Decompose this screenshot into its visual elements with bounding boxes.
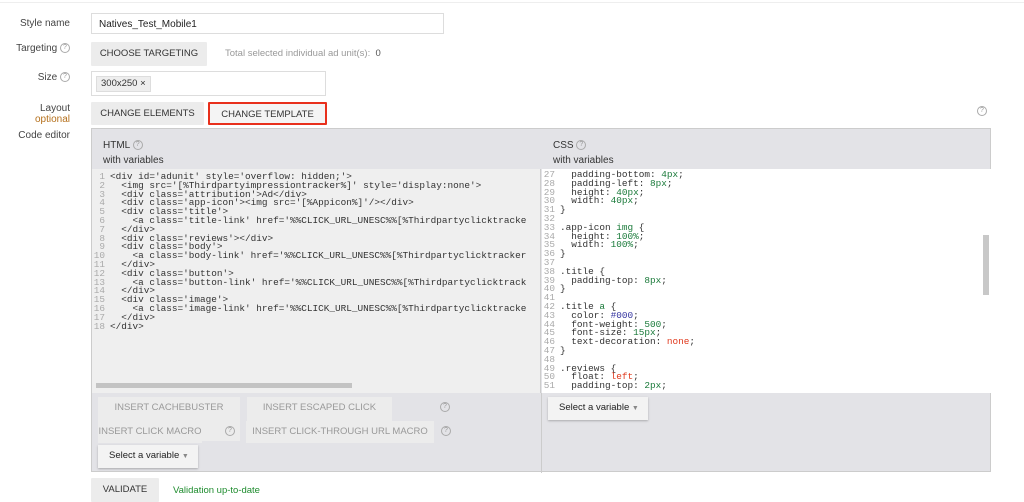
html-pane-header: HTML ? with variables [92,129,541,169]
css-pane-header: CSS ? with variables [542,129,991,169]
horizontal-scrollbar[interactable] [96,383,352,388]
html-pane-title: HTML [103,140,130,151]
html-select-variable-dropdown[interactable]: Select a variable ▼ [98,445,198,468]
optional-label: optional [34,114,70,125]
css-select-variable-dropdown[interactable]: Select a variable ▼ [548,397,648,420]
validation-status: Validation up-to-date [173,485,260,496]
code-line: 17 </div> [92,313,540,323]
layout-label: Layout optional [35,103,70,125]
code-token: ; [638,230,645,242]
top-divider [0,2,1024,3]
code-token: } [560,344,566,356]
code-text: <a class='title-link' href='%%CLICK_URL_… [110,214,527,226]
code-line: 13 <a class='button-link' href='%%CLICK_… [92,276,540,288]
code-line: 30 width: 40px; [542,195,991,207]
targeting-label: Targeting ? [16,43,70,54]
css-pane-title: CSS [553,140,574,151]
code-token: } [560,283,566,295]
code-token: } [560,204,566,216]
select-variable-label: Select a variable [559,402,630,413]
code-token: 40px [610,195,634,207]
caret-down-icon: ▼ [181,453,189,460]
select-variable-label: Select a variable [109,450,180,461]
code-line: 39 padding-top: 8px; [542,274,991,286]
code-token: padding-top: [560,274,645,286]
close-icon[interactable]: × [140,78,146,89]
help-icon[interactable]: ? [441,426,451,436]
line-number: 51 [543,380,555,392]
code-text: <a class='image-link' href='%%CLICK_URL_… [110,302,527,314]
code-token: } [560,248,566,260]
html-code-editor[interactable]: 1 <div id='adunit' style='overflow: hidde… [92,169,541,393]
change-elements-button[interactable]: CHANGE ELEMENTS [91,102,204,125]
style-name-label: Style name [19,18,70,29]
help-icon[interactable]: ? [225,426,235,436]
code-line: 18 </div> [92,320,540,332]
code-token: ; [661,318,667,330]
code-token: 100% [610,239,634,251]
code-token: padding-top: [560,380,645,392]
total-selected-label: Total selected individual ad unit(s): [225,48,371,59]
help-icon[interactable]: ? [60,43,70,54]
size-label: Size ? [38,72,70,83]
size-label-text: Size [37,72,58,83]
code-token: ; [678,169,684,180]
code-line: 47} [542,344,991,356]
code-text: <a class='button-link' href='%%CLICK_URL… [110,276,527,288]
code-token: ; [661,380,667,392]
code-line: 40} [542,283,991,295]
code-editor-panel: HTML ? with variables 1 <div id='adunit' … [91,128,991,473]
code-line: 36} [542,248,991,260]
code-token: ; [633,195,639,207]
code-line: 31} [542,204,991,216]
code-token: text-decoration: [560,336,667,348]
html-pane-subtitle: with variables [103,155,164,166]
total-selected-text: Total selected individual ad unit(s): 0 [225,48,381,59]
code-token: 8px [650,177,667,189]
code-editor-label: Code editor [18,130,70,141]
validate-button[interactable]: VALIDATE [91,478,159,502]
code-line: 35 width: 100%; [542,239,991,251]
code-token: none [666,336,690,348]
code-token: ; [633,239,639,251]
choose-targeting-button[interactable]: CHOOSE TARGETING [91,42,207,66]
total-selected-count: 0 [375,48,381,59]
help-icon[interactable]: ? [132,140,143,151]
code-text: <a class='body-link' href='%%CLICK_URL_U… [110,250,527,262]
help-icon[interactable]: ? [576,140,587,151]
change-template-button[interactable]: CHANGE TEMPLATE [208,102,327,125]
line-number: 18 [93,320,105,332]
code-line: 6 <a class='title-link' href='%%CLICK_UR… [92,214,540,226]
css-code-editor[interactable]: 27 padding-bottom: 4px; 28 padding-left: … [542,169,991,393]
vertical-scrollbar[interactable] [983,235,989,295]
size-chip-label: 300x250 [101,78,138,89]
size-input[interactable]: 300x250 × [91,71,326,96]
code-token: width: [560,239,611,251]
style-name-input[interactable]: Natives_Test_Mobile1 [91,13,444,34]
size-chip: 300x250 × [96,76,151,92]
help-icon[interactable]: ? [977,106,987,116]
code-token: 8px [644,274,662,286]
code-token: width: [560,195,611,207]
help-icon[interactable]: ? [60,72,70,83]
code-line: 37 [542,258,991,268]
css-pane-subtitle: with variables [553,155,614,166]
code-line: 51 padding-top: 2px; [542,380,991,392]
help-icon[interactable]: ? [440,402,450,412]
code-token: ; [666,177,673,189]
layout-label-text: Layout [39,103,70,114]
pane-divider [541,393,542,473]
code-token: 2px [644,380,662,392]
code-token: ; [689,336,696,348]
targeting-label-text: Targeting [16,43,58,54]
code-line: 46 text-decoration: none; [542,336,991,348]
code-text: </div> [110,320,144,332]
code-token: ; [638,186,645,198]
insert-click-through-url-macro-button[interactable]: INSERT CLICK-THROUGH URL MACRO [246,421,434,443]
insert-click-macro-button[interactable]: INSERT CLICK MACRO [98,421,202,443]
code-line: 10 <a class='body-link' href='%%CLICK_UR… [92,250,540,262]
code-line: 16 <a class='image-link' href='%%CLICK_U… [92,302,540,314]
caret-down-icon: ▼ [631,405,639,412]
code-token: ; [661,274,667,286]
